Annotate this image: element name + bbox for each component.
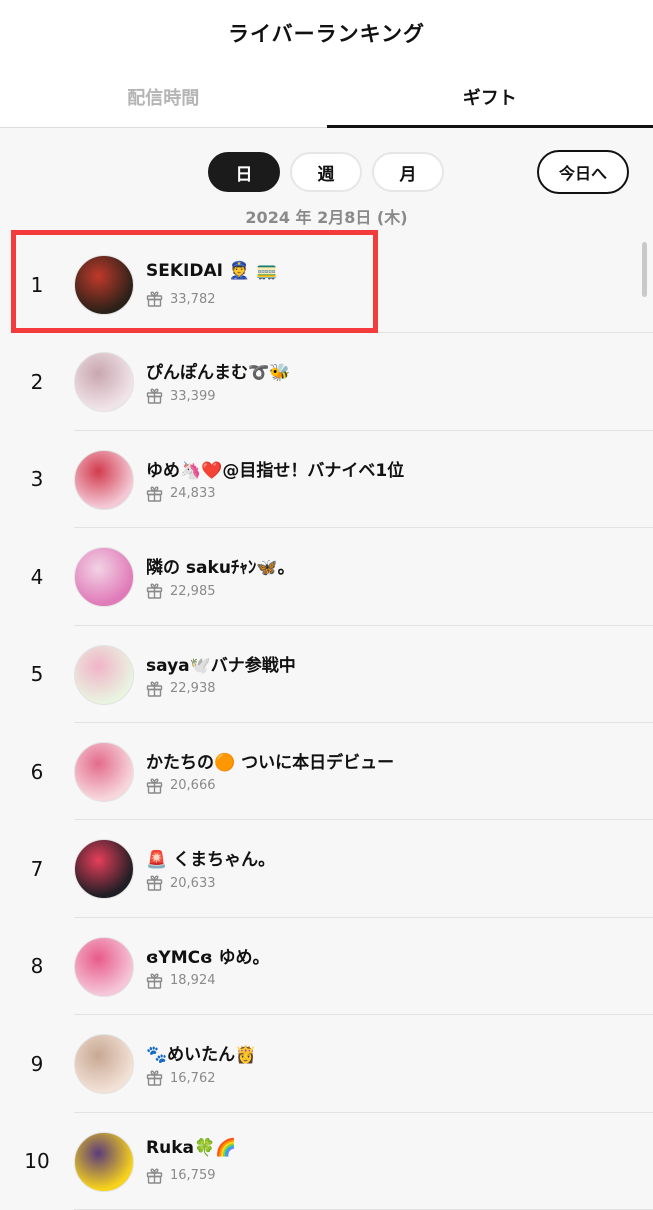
tab-streaming-time[interactable]: 配信時間 <box>0 66 327 127</box>
gift-count-line: 33,399 <box>146 388 216 404</box>
tab-gift[interactable]: ギフト <box>327 66 653 127</box>
avatar[interactable] <box>74 1132 134 1192</box>
ranking-list: 1 SEKIDAI 👮 🚃 33,782 2 ぴんぽんまむ➰🐝 33,399 3 ゆめ🦄❤️@… <box>0 236 653 1210</box>
gift-icon <box>146 778 163 794</box>
period-selector: 日 週 月 <box>208 152 444 192</box>
avatar[interactable] <box>74 255 134 315</box>
liver-name: かたちの🟠 ついに本日デビュー <box>146 748 394 773</box>
rank-number: 5 <box>0 626 74 723</box>
gift-count: 20,666 <box>170 778 216 793</box>
gift-icon <box>146 1168 163 1184</box>
liver-name: 🚨 くまちゃん。 <box>146 845 275 870</box>
ranking-row[interactable]: 7 🚨 くまちゃん。 20,633 <box>0 820 653 917</box>
liver-name: saya🕊️バナ参戦中 <box>146 651 296 676</box>
rank-number: 8 <box>0 918 74 1015</box>
rank-number: 1 <box>0 236 74 333</box>
gift-count-line: 24,833 <box>146 486 216 502</box>
ranking-row[interactable]: 5 saya🕊️バナ参戦中 22,938 <box>0 626 653 723</box>
rank-number: 3 <box>0 431 74 528</box>
liver-name: ゆめ🦄❤️@目指せ！バナイベ1位 <box>146 456 404 481</box>
period-filter-bar: 日 週 月 今日へ 2024 年 2月8日 (木) <box>0 128 653 220</box>
gift-count: 16,759 <box>170 1168 216 1183</box>
ranking-row[interactable]: 2 ぴんぽんまむ➰🐝 33,399 <box>0 333 653 430</box>
go-to-today-button[interactable]: 今日へ <box>537 150 629 194</box>
ranking-row[interactable]: 1 SEKIDAI 👮 🚃 33,782 <box>0 236 653 333</box>
period-day-button[interactable]: 日 <box>208 152 280 192</box>
rank-number: 4 <box>0 528 74 625</box>
gift-count-line: 22,938 <box>146 681 216 697</box>
liver-name: ぴんぽんまむ➰🐝 <box>146 358 290 383</box>
tab-bar: 配信時間 ギフト <box>0 66 653 128</box>
gift-icon <box>146 1070 163 1086</box>
avatar[interactable] <box>74 742 134 802</box>
liver-name: Ruka🍀🌈 <box>146 1138 236 1158</box>
gift-icon <box>146 486 163 502</box>
avatar[interactable] <box>74 547 134 607</box>
rank-number: 2 <box>0 333 74 430</box>
gift-count-line: 18,924 <box>146 973 216 989</box>
gift-count-line: 20,633 <box>146 875 216 891</box>
gift-count: 22,938 <box>170 681 216 696</box>
gift-icon <box>146 875 163 891</box>
period-week-button[interactable]: 週 <box>290 152 362 192</box>
gift-count: 16,762 <box>170 1071 216 1086</box>
liver-name: ɞYMCɞ ゆめ。 <box>146 943 270 968</box>
ranking-row[interactable]: 10 Ruka🍀🌈 16,759 <box>0 1113 653 1210</box>
rank-number: 6 <box>0 723 74 820</box>
gift-count-line: 20,666 <box>146 778 216 794</box>
ranking-row[interactable]: 6 かたちの🟠 ついに本日デビュー 20,666 <box>0 723 653 820</box>
ranking-row[interactable]: 4 隣の sakuﾁｬﾝ🦋。 22,985 <box>0 528 653 625</box>
period-month-button[interactable]: 月 <box>372 152 444 192</box>
gift-icon <box>146 291 163 307</box>
liver-name: 🐾めいたん👸 <box>146 1040 256 1065</box>
gift-count: 33,399 <box>170 389 216 404</box>
date-label: 2024 年 2月8日 (木) <box>0 204 653 228</box>
avatar[interactable] <box>74 352 134 412</box>
ranking-row[interactable]: 3 ゆめ🦄❤️@目指せ！バナイベ1位 24,833 <box>0 431 653 528</box>
gift-icon <box>146 973 163 989</box>
gift-count: 24,833 <box>170 486 216 501</box>
avatar[interactable] <box>74 1034 134 1094</box>
avatar[interactable] <box>74 937 134 997</box>
page-title: ライバーランキング <box>228 18 425 48</box>
ranking-row[interactable]: 9 🐾めいたん👸 16,762 <box>0 1015 653 1112</box>
liver-name: 隣の sakuﾁｬﾝ🦋。 <box>146 553 295 578</box>
gift-count-line: 16,759 <box>146 1168 216 1184</box>
gift-icon <box>146 388 163 404</box>
ranking-row[interactable]: 8 ɞYMCɞ ゆめ。 18,924 <box>0 918 653 1015</box>
gift-count-line: 22,985 <box>146 583 216 599</box>
avatar[interactable] <box>74 839 134 899</box>
scrollbar[interactable] <box>642 242 647 297</box>
avatar[interactable] <box>74 450 134 510</box>
rank-number: 9 <box>0 1015 74 1112</box>
avatar[interactable] <box>74 645 134 705</box>
app-header: ライバーランキング <box>0 0 653 66</box>
gift-icon <box>146 681 163 697</box>
gift-count: 22,985 <box>170 584 216 599</box>
gift-count: 33,782 <box>170 292 216 307</box>
liver-name: SEKIDAI 👮 🚃 <box>146 261 277 281</box>
gift-count: 18,924 <box>170 973 216 988</box>
gift-icon <box>146 583 163 599</box>
rank-number: 10 <box>0 1113 74 1210</box>
gift-count: 20,633 <box>170 876 216 891</box>
gift-count-line: 33,782 <box>146 291 216 307</box>
rank-number: 7 <box>0 820 74 917</box>
gift-count-line: 16,762 <box>146 1070 216 1086</box>
